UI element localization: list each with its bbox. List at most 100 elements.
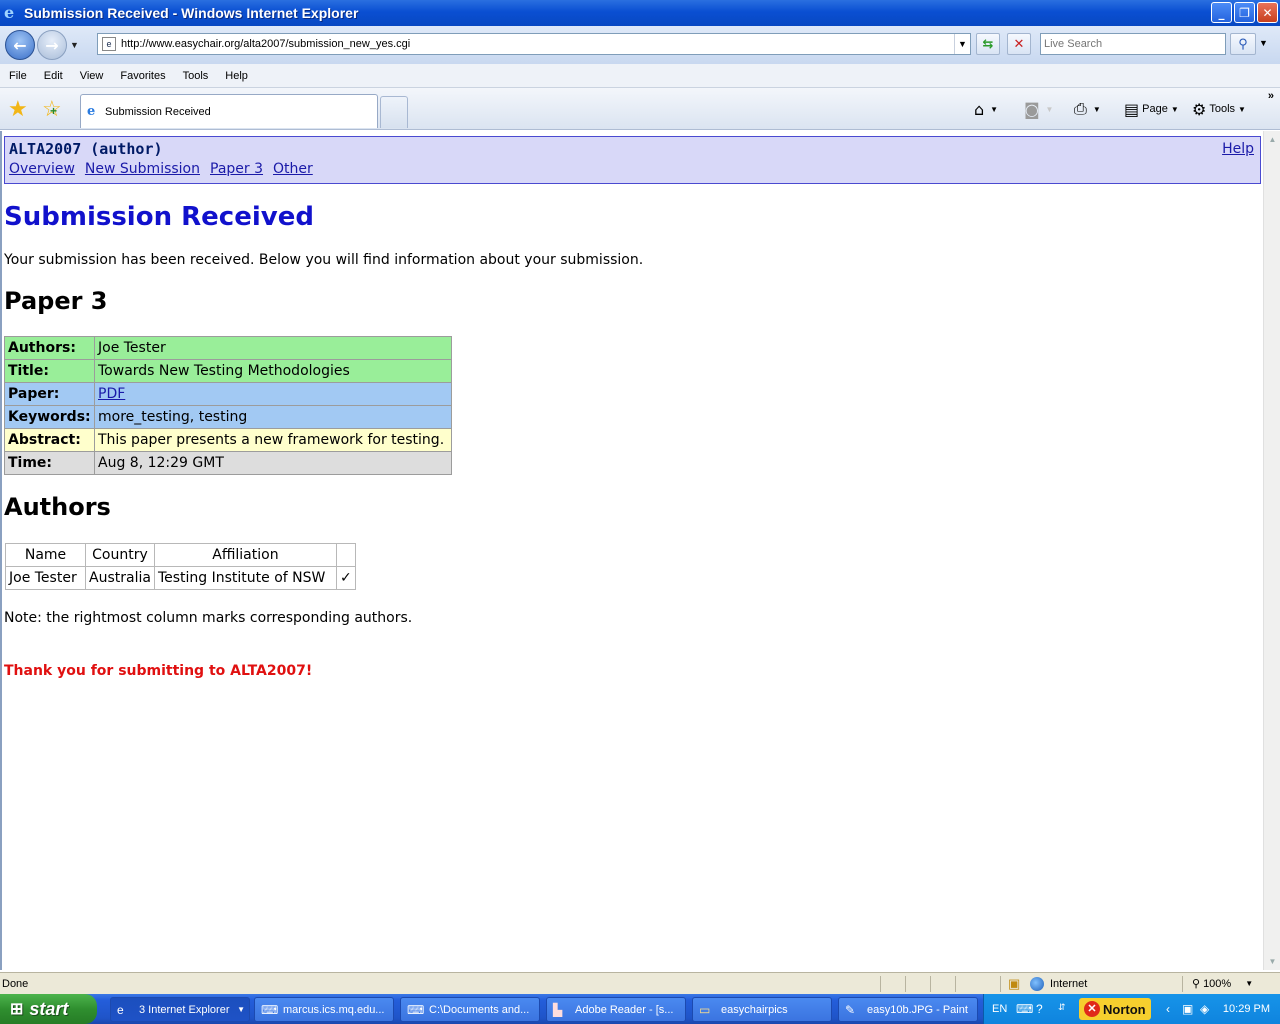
language-indicator[interactable]: EN bbox=[992, 1003, 1007, 1015]
ie-icon: e bbox=[117, 1002, 124, 1017]
stop-button[interactable]: ✕ bbox=[1007, 33, 1031, 55]
close-button[interactable]: ✕ bbox=[1257, 2, 1278, 23]
pdf-link[interactable]: PDF bbox=[98, 386, 125, 402]
protected-mode-icon[interactable]: ▣ bbox=[1008, 976, 1020, 992]
system-tray: EN ⌨ ? ⇵ ✕ Norton ‹ ▣ ◈ 10:29 PM bbox=[983, 994, 1280, 1024]
zoom-dropdown-icon[interactable]: ▼ bbox=[1245, 979, 1253, 988]
rss-icon: ◙ bbox=[1024, 99, 1040, 119]
search-input[interactable] bbox=[1040, 33, 1226, 55]
windows-flag-icon: ⊞ bbox=[10, 1001, 24, 1018]
home-button[interactable]: ⌂ ▼ bbox=[974, 96, 998, 122]
window-controls: _ ❐ ✕ bbox=[1211, 2, 1278, 23]
zoom-control[interactable]: ⚲ 100% ▼ bbox=[1192, 977, 1253, 991]
info-key: Authors: bbox=[4, 336, 95, 360]
address-dropdown-icon[interactable]: ▼ bbox=[954, 34, 970, 54]
norton-alert-icon: ✕ bbox=[1084, 1001, 1100, 1017]
easychair-nav: Overview New Submission Paper 3 Other bbox=[9, 161, 313, 177]
tray-options-icon[interactable]: ⇵ bbox=[1058, 1002, 1066, 1013]
security-icon[interactable]: ◈ bbox=[1200, 1002, 1209, 1016]
search-icon: ⚲ bbox=[1238, 36, 1248, 51]
keyboard-icon[interactable]: ⌨ bbox=[1016, 1002, 1033, 1016]
table-row: Paper: PDF bbox=[4, 382, 452, 406]
address-bar[interactable]: e http://www.easychair.org/alta2007/subm… bbox=[97, 33, 971, 55]
paint-icon: ✎ bbox=[845, 1002, 856, 1017]
easychair-header: ALTA2007 (author) Overview New Submissio… bbox=[4, 136, 1261, 184]
taskbar-item-documents[interactable]: ⌨ C:\Documents and... bbox=[400, 997, 540, 1022]
help-link[interactable]: Help bbox=[1222, 141, 1254, 157]
author-country: Australia bbox=[85, 566, 155, 590]
authors-table: Name Country Affiliation Joe Tester Aust… bbox=[5, 543, 356, 590]
tools-dropdown-icon: ▼ bbox=[1238, 104, 1246, 114]
terminal-icon: ⌨ bbox=[407, 1002, 425, 1017]
info-key: Time: bbox=[4, 451, 95, 475]
minimize-button[interactable]: _ bbox=[1211, 2, 1232, 23]
page-menu-icon: ▤ bbox=[1124, 99, 1140, 119]
search-button[interactable]: ⚲ bbox=[1230, 33, 1256, 55]
network-icon[interactable]: ▣ bbox=[1182, 1002, 1193, 1016]
gear-icon: ⚙ bbox=[1192, 99, 1207, 119]
task-label: easy10b.JPG - Paint bbox=[867, 1003, 968, 1016]
search-options-dropdown[interactable]: ▼ bbox=[1259, 38, 1268, 48]
page-menu-button[interactable]: ▤ Page ▼ bbox=[1124, 96, 1179, 122]
address-url[interactable]: http://www.easychair.org/alta2007/submis… bbox=[121, 38, 954, 50]
norton-indicator[interactable]: ✕ Norton bbox=[1079, 998, 1151, 1020]
home-dropdown-icon[interactable]: ▼ bbox=[990, 105, 998, 114]
start-button[interactable]: ⊞ start bbox=[0, 994, 97, 1024]
menu-help[interactable]: Help bbox=[216, 70, 256, 82]
taskbar-item-paint[interactable]: ✎ easy10b.JPG - Paint bbox=[838, 997, 978, 1022]
scroll-up-icon[interactable]: ▲ bbox=[1264, 131, 1280, 148]
add-favorites-icon[interactable]: ☆ + bbox=[42, 98, 62, 120]
taskbar-item-adobe-reader[interactable]: ▙ Adobe Reader - [s... bbox=[546, 997, 686, 1022]
info-value: Towards New Testing Methodologies bbox=[94, 359, 452, 383]
adobe-reader-icon: ▙ bbox=[553, 1002, 563, 1017]
window-title: Submission Received - Windows Internet E… bbox=[24, 5, 359, 21]
stop-icon: ✕ bbox=[1013, 36, 1025, 52]
tools-menu-button[interactable]: ⚙ Tools ▼ bbox=[1192, 96, 1246, 122]
help-icon[interactable]: ? bbox=[1036, 1002, 1043, 1016]
zoom-level: 100% bbox=[1203, 977, 1232, 990]
task-label: C:\Documents and... bbox=[429, 1003, 530, 1016]
new-tab-button[interactable] bbox=[380, 96, 408, 128]
security-zone[interactable]: Internet bbox=[1030, 977, 1087, 991]
maximize-button[interactable]: ❐ bbox=[1234, 2, 1255, 23]
menu-edit[interactable]: Edit bbox=[35, 70, 71, 82]
nav-link-new-submission[interactable]: New Submission bbox=[85, 161, 200, 177]
note-text: Note: the rightmost column marks corresp… bbox=[4, 610, 413, 626]
toolbar-overflow-chevron-icon[interactable]: » bbox=[1268, 90, 1274, 102]
nav-link-overview[interactable]: Overview bbox=[9, 161, 75, 177]
column-header-country: Country bbox=[85, 543, 155, 567]
forward-button[interactable]: → bbox=[37, 30, 67, 60]
feeds-dropdown-icon[interactable]: ▼ bbox=[1046, 105, 1054, 114]
table-row: Joe Tester Australia Testing Institute o… bbox=[5, 566, 356, 590]
favorites-center-icon[interactable]: ★ bbox=[8, 98, 28, 120]
taskbar-item-marcus[interactable]: ⌨ marcus.ics.mq.edu... bbox=[254, 997, 394, 1022]
taskbar-item-internet-explorer[interactable]: e 3 Internet Explorer ▼ bbox=[110, 997, 250, 1022]
info-value-cell: PDF bbox=[94, 382, 452, 406]
refresh-button[interactable]: ⇆ bbox=[976, 33, 1000, 55]
back-button[interactable]: ← bbox=[5, 30, 35, 60]
column-header-affiliation: Affiliation bbox=[153, 543, 337, 567]
recent-pages-dropdown[interactable]: ▼ bbox=[70, 40, 84, 50]
nav-link-paper-3[interactable]: Paper 3 bbox=[210, 161, 263, 177]
taskbar-item-easychairpics[interactable]: ▭ easychairpics bbox=[692, 997, 832, 1022]
vertical-scrollbar[interactable]: ▲ ▼ bbox=[1263, 131, 1280, 970]
tab-submission-received[interactable]: e Submission Received bbox=[80, 94, 378, 128]
page-title: Submission Received bbox=[4, 202, 314, 232]
task-label: easychairpics bbox=[721, 1003, 788, 1016]
nav-link-other[interactable]: Other bbox=[273, 161, 313, 177]
authors-heading: Authors bbox=[4, 493, 111, 521]
start-label: start bbox=[29, 998, 69, 1019]
feeds-button[interactable]: ◙ ▼ bbox=[1024, 96, 1053, 122]
menu-favorites[interactable]: Favorites bbox=[111, 70, 173, 82]
print-button[interactable]: ⎙ ▼ bbox=[1074, 96, 1101, 122]
tray-expand-icon[interactable]: ‹ bbox=[1166, 1002, 1170, 1016]
zoom-icon: ⚲ bbox=[1192, 978, 1201, 990]
info-key: Keywords: bbox=[4, 405, 95, 429]
menu-view[interactable]: View bbox=[71, 70, 112, 82]
menu-tools[interactable]: Tools bbox=[174, 70, 217, 82]
menu-file[interactable]: File bbox=[0, 70, 35, 82]
scroll-down-icon[interactable]: ▼ bbox=[1264, 953, 1280, 970]
print-dropdown-icon[interactable]: ▼ bbox=[1093, 105, 1101, 114]
author-name: Joe Tester bbox=[5, 566, 86, 590]
table-row: Keywords: more_testing, testing bbox=[4, 405, 452, 429]
